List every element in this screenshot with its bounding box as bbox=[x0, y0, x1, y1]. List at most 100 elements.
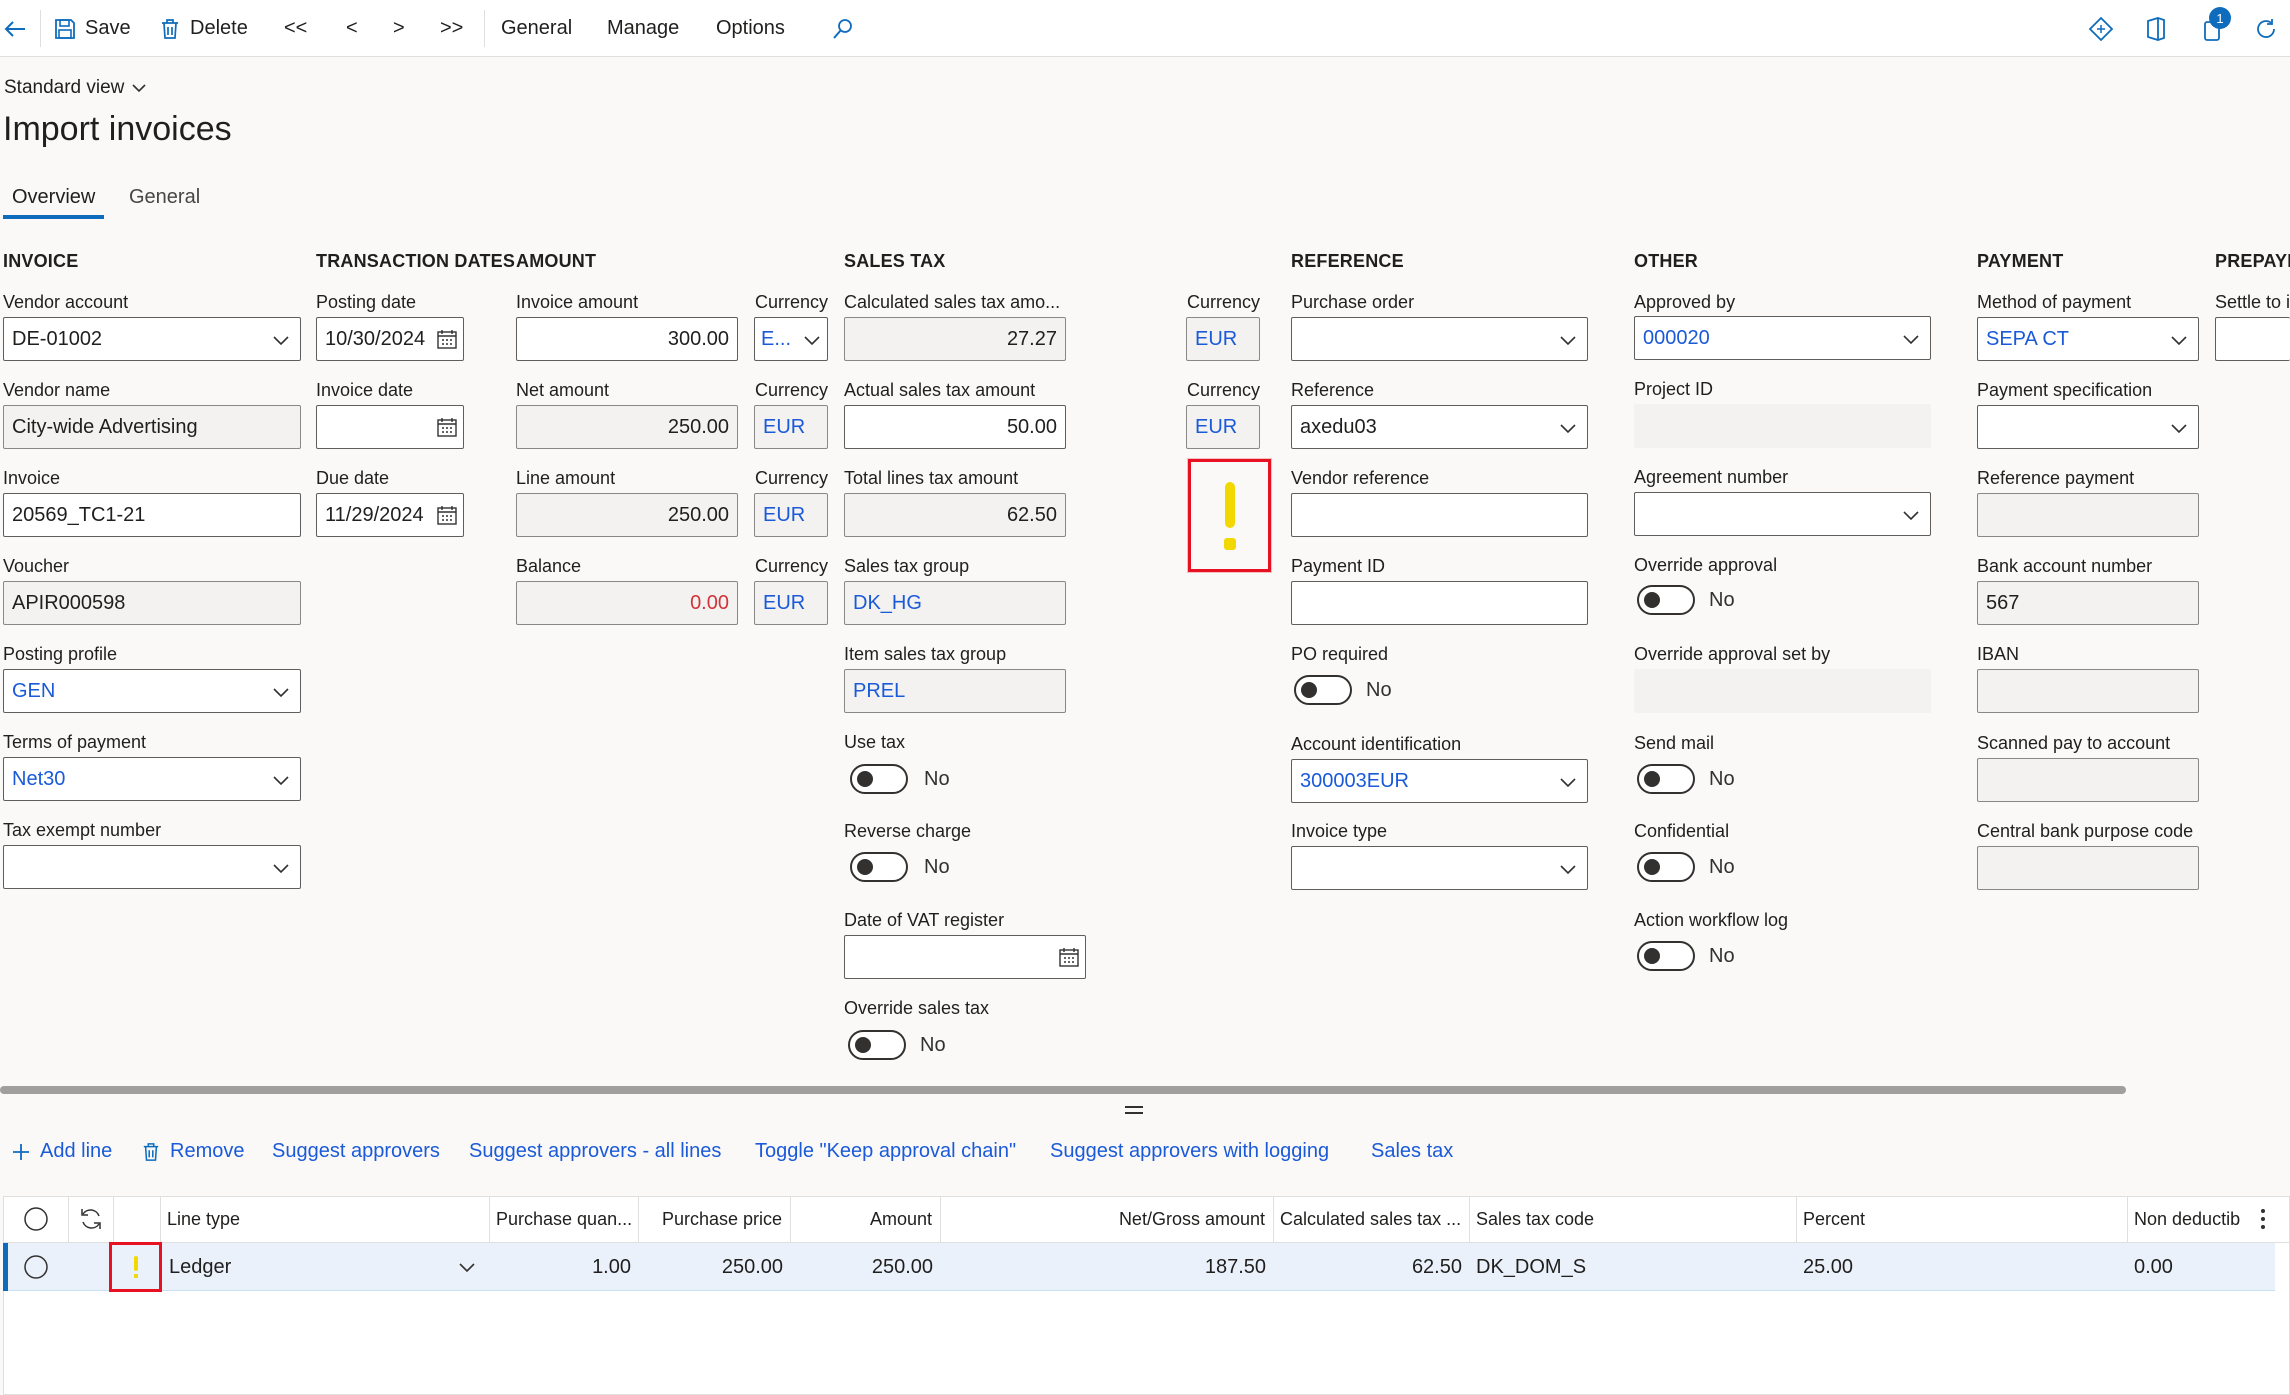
balance-value: 0.00 bbox=[690, 591, 729, 614]
vendor-reference-field[interactable] bbox=[1291, 493, 1588, 537]
agreement-number-label: Agreement number bbox=[1634, 467, 1789, 487]
percent-cell[interactable]: 25.00 bbox=[1797, 1244, 2128, 1290]
calculated-sales-tax-cell[interactable]: 62.50 bbox=[1274, 1244, 1470, 1290]
row-warning-highlight-box bbox=[109, 1242, 162, 1292]
vendor-account-field[interactable]: DE-01002 bbox=[3, 317, 301, 361]
send-mail-toggle[interactable] bbox=[1637, 764, 1695, 794]
calendar-icon[interactable] bbox=[437, 417, 457, 437]
calendar-icon[interactable] bbox=[437, 505, 457, 525]
sales-tax-group-field[interactable]: DK_HG bbox=[844, 581, 1066, 625]
currency-field[interactable]: E... bbox=[754, 317, 828, 361]
diamond-icon[interactable] bbox=[2088, 0, 2114, 57]
use-tax-toggle[interactable] bbox=[850, 764, 908, 794]
po-required-toggle[interactable] bbox=[1294, 675, 1352, 705]
toggle-keep-approval-chain-button[interactable]: Toggle "Keep approval chain" bbox=[755, 1140, 1016, 1163]
refresh-grid-icon[interactable] bbox=[69, 1196, 114, 1242]
column-header-purchase-price[interactable]: Purchase price bbox=[639, 1196, 791, 1242]
purchase-price-cell[interactable]: 250.00 bbox=[639, 1244, 791, 1290]
non-deductible-cell[interactable]: 0.00 bbox=[2128, 1244, 2275, 1290]
posting-date-field[interactable]: 10/30/2024 bbox=[316, 317, 464, 361]
action-workflow-log-toggle[interactable] bbox=[1637, 941, 1695, 971]
row-select-checkbox[interactable] bbox=[3, 1244, 69, 1290]
agreement-number-field[interactable] bbox=[1634, 492, 1931, 536]
last-record-button[interactable]: >> bbox=[440, 0, 463, 57]
purchase-quantity-cell[interactable]: 1.00 bbox=[490, 1244, 639, 1290]
more-options-icon[interactable] bbox=[2248, 1196, 2278, 1242]
invoice-type-field[interactable] bbox=[1291, 846, 1588, 890]
tab-general[interactable]: General bbox=[129, 186, 200, 209]
refresh-icon[interactable] bbox=[2254, 0, 2278, 57]
select-all-checkbox[interactable] bbox=[3, 1196, 69, 1242]
options-tab[interactable]: Options bbox=[716, 0, 785, 57]
invoice-date-field[interactable] bbox=[316, 405, 464, 449]
posting-profile-field[interactable]: GEN bbox=[3, 669, 301, 713]
column-header-sales-tax-code[interactable]: Sales tax code bbox=[1470, 1196, 1797, 1242]
sales-tax-group-label: Sales tax group bbox=[844, 556, 970, 576]
next-record-button[interactable]: > bbox=[393, 0, 405, 57]
invoice-amount-field[interactable]: 300.00 bbox=[516, 317, 738, 361]
sales-tax-button[interactable]: Sales tax bbox=[1371, 1140, 1453, 1163]
delete-label: Delete bbox=[190, 17, 248, 39]
vat-register-date-field[interactable] bbox=[844, 935, 1086, 979]
previous-record-button[interactable]: < bbox=[346, 0, 358, 57]
terms-of-payment-field[interactable]: Net30 bbox=[3, 757, 301, 801]
column-header-purchase-quantity[interactable]: Purchase quan... bbox=[490, 1196, 639, 1242]
currency-field: EUR bbox=[1186, 317, 1260, 361]
general-tab[interactable]: General bbox=[501, 0, 572, 57]
due-date-field[interactable]: 11/29/2024 bbox=[316, 493, 464, 537]
invoice-field[interactable]: 20569_TC1-21 bbox=[3, 493, 301, 537]
remove-button[interactable]: Remove bbox=[142, 1140, 244, 1163]
purchase-order-field[interactable] bbox=[1291, 317, 1588, 361]
item-sales-tax-group-field[interactable]: PREL bbox=[844, 669, 1066, 713]
actual-sales-tax-field[interactable]: 50.00 bbox=[844, 405, 1066, 449]
delete-button[interactable]: Delete bbox=[160, 0, 248, 57]
column-header-calculated-sales-tax[interactable]: Calculated sales tax ... bbox=[1274, 1196, 1470, 1242]
column-header-non-deductible[interactable]: Non deductib bbox=[2128, 1196, 2248, 1242]
override-approval-toggle[interactable] bbox=[1637, 585, 1695, 615]
chevron-down-icon bbox=[273, 776, 289, 786]
sales-tax-code-cell[interactable]: DK_DOM_S bbox=[1470, 1244, 1797, 1290]
column-header-percent[interactable]: Percent bbox=[1797, 1196, 2128, 1242]
balance-label: Balance bbox=[516, 556, 582, 576]
office-icon[interactable] bbox=[2144, 0, 2168, 57]
view-selector[interactable]: Standard view bbox=[4, 77, 146, 99]
suggest-approvers-all-lines-button[interactable]: Suggest approvers - all lines bbox=[469, 1140, 721, 1163]
tab-overview[interactable]: Overview bbox=[12, 186, 95, 209]
settle-to-label: Settle to i bbox=[2215, 292, 2290, 312]
save-button[interactable]: Save bbox=[54, 0, 131, 57]
search-icon[interactable] bbox=[832, 0, 854, 57]
net-gross-amount-cell[interactable]: 187.50 bbox=[941, 1244, 1274, 1290]
net-amount-field: 250.00 bbox=[516, 405, 738, 449]
confidential-toggle[interactable] bbox=[1637, 852, 1695, 882]
iban-label: IBAN bbox=[1977, 644, 2020, 664]
horizontal-scrollbar[interactable] bbox=[0, 1086, 2126, 1094]
column-header-amount[interactable]: Amount bbox=[791, 1196, 941, 1242]
add-line-button[interactable]: Add line bbox=[12, 1140, 112, 1163]
reverse-charge-toggle[interactable] bbox=[850, 852, 908, 882]
line-type-cell[interactable]: Ledger bbox=[161, 1244, 490, 1290]
tax-exempt-field[interactable] bbox=[3, 845, 301, 889]
column-header-line-type[interactable]: Line type bbox=[161, 1196, 490, 1242]
settle-to-field[interactable] bbox=[2215, 317, 2290, 361]
calendar-icon[interactable] bbox=[1059, 947, 1079, 967]
section-reference: REFERENCE bbox=[1291, 251, 1404, 271]
payment-id-field[interactable] bbox=[1291, 581, 1588, 625]
manage-tab[interactable]: Manage bbox=[607, 0, 679, 57]
reference-field[interactable]: axedu03 bbox=[1291, 405, 1588, 449]
amount-cell[interactable]: 250.00 bbox=[791, 1244, 941, 1290]
voucher-label: Voucher bbox=[3, 556, 70, 576]
chevron-down-icon bbox=[273, 864, 289, 874]
first-record-button[interactable]: << bbox=[284, 0, 307, 57]
back-icon[interactable] bbox=[0, 0, 30, 57]
column-header-net-gross-amount[interactable]: Net/Gross amount bbox=[941, 1196, 1274, 1242]
calendar-icon[interactable] bbox=[437, 329, 457, 349]
splitter-handle-icon[interactable] bbox=[1125, 1106, 1143, 1114]
approved-by-field[interactable]: 000020 bbox=[1634, 316, 1931, 360]
suggest-approvers-with-logging-button[interactable]: Suggest approvers with logging bbox=[1050, 1140, 1329, 1163]
suggest-approvers-button[interactable]: Suggest approvers bbox=[272, 1140, 440, 1163]
override-sales-tax-toggle[interactable] bbox=[848, 1030, 906, 1060]
account-identification-field[interactable]: 300003EUR bbox=[1291, 759, 1588, 803]
currency-value: E... bbox=[761, 327, 792, 350]
method-of-payment-field[interactable]: SEPA CT bbox=[1977, 317, 2199, 361]
payment-specification-field[interactable] bbox=[1977, 405, 2199, 449]
